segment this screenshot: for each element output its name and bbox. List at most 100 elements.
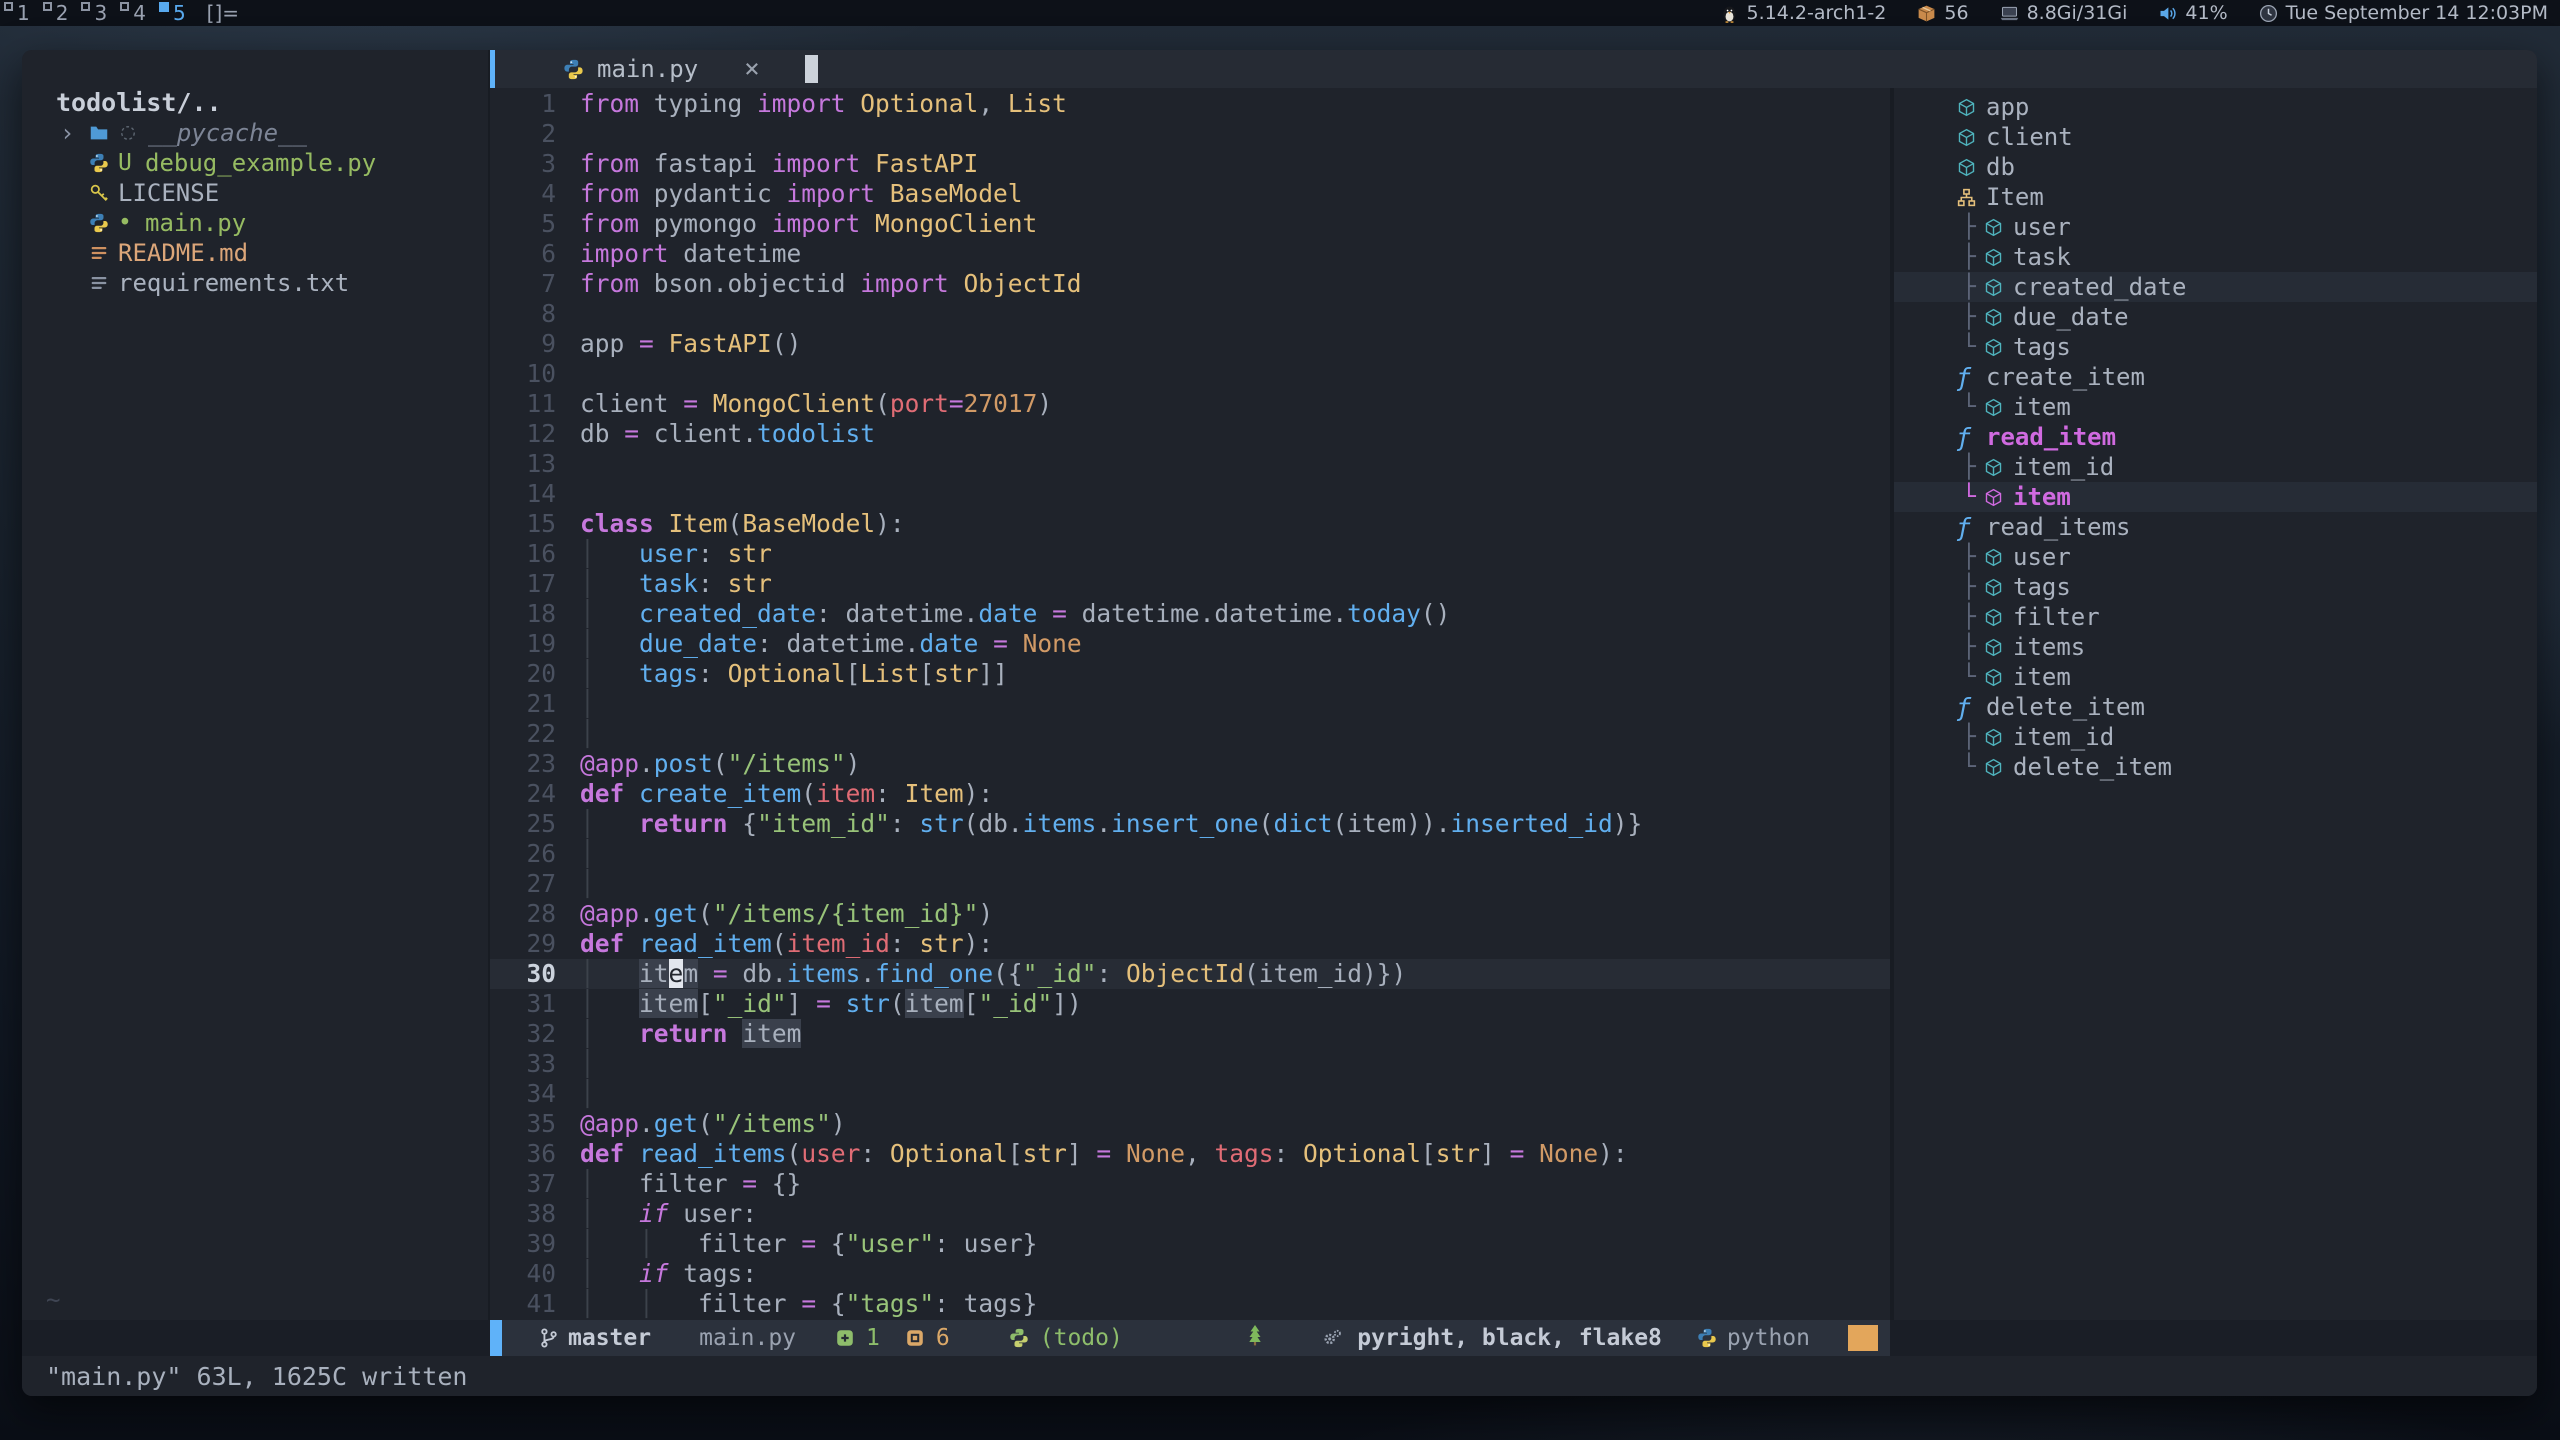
- workspace-5[interactable]: 5: [159, 0, 186, 26]
- ignored-icon: [118, 123, 148, 143]
- code-line-18[interactable]: 18│ created_date: datetime.date = dateti…: [490, 599, 1890, 629]
- code-line-40[interactable]: 40│ if tags:: [490, 1259, 1890, 1289]
- code-line-20[interactable]: 20│ tags: Optional[List[str]]: [490, 659, 1890, 689]
- workspace-1[interactable]: 1: [4, 0, 30, 26]
- statusline: mastermain.py16(todo)pyright, black, fla…: [490, 1320, 1890, 1356]
- git-branch[interactable]: master: [538, 1325, 651, 1351]
- code-line-1[interactable]: 1from typing import Optional, List: [490, 89, 1890, 119]
- code-line-34[interactable]: 34│: [490, 1079, 1890, 1109]
- line-number: 15: [490, 509, 556, 539]
- code-line-7[interactable]: 7from bson.objectid import ObjectId: [490, 269, 1890, 299]
- outline-symbol-due_date[interactable]: ├due_date: [1894, 302, 2537, 332]
- outline-symbol-item[interactable]: └item: [1894, 662, 2537, 692]
- outline-symbol-app[interactable]: app: [1894, 92, 2537, 122]
- code-line-29[interactable]: 29def read_item(item_id: str):: [490, 929, 1890, 959]
- tab-main.py[interactable]: main.py×: [562, 50, 760, 88]
- git-status-badge: •: [118, 210, 145, 236]
- diff-mod-icon: [904, 1327, 926, 1349]
- code-line-31[interactable]: 31│ item["_id"] = str(item["_id"]): [490, 989, 1890, 1019]
- outline-symbol-tags[interactable]: ├tags: [1894, 572, 2537, 602]
- code-line-2[interactable]: 2: [490, 119, 1890, 149]
- outline-symbol-item_id[interactable]: ├item_id: [1894, 452, 2537, 482]
- code-line-24[interactable]: 24def create_item(item: Item):: [490, 779, 1890, 809]
- line-number: 40: [490, 1259, 556, 1289]
- workspace-4[interactable]: 4: [120, 0, 146, 26]
- cube-icon: [1983, 637, 2005, 658]
- key-icon: [88, 182, 118, 204]
- code-line-30[interactable]: 30│ item = db.items.find_one({"_id": Obj…: [490, 959, 1890, 989]
- code-line-9[interactable]: 9app = FastAPI(): [490, 329, 1890, 359]
- code-line-28[interactable]: 28@app.get("/items/{item_id}"): [490, 899, 1890, 929]
- code-line-11[interactable]: 11client = MongoClient(port=27017): [490, 389, 1890, 419]
- outline-symbol-read_item[interactable]: ƒread_item: [1894, 422, 2537, 452]
- workspace-2[interactable]: 2: [43, 0, 69, 26]
- outline-symbol-user[interactable]: ├user: [1894, 212, 2537, 242]
- code-line-41[interactable]: 41│ │ filter = {"tags": tags}: [490, 1289, 1890, 1319]
- code-line-39[interactable]: 39│ │ filter = {"user": user}: [490, 1229, 1890, 1259]
- outline-symbol-filter[interactable]: ├filter: [1894, 602, 2537, 632]
- code-line-5[interactable]: 5from pymongo import MongoClient: [490, 209, 1890, 239]
- line-number: 5: [490, 209, 556, 239]
- outline-symbol-items[interactable]: ├items: [1894, 632, 2537, 662]
- code-line-32[interactable]: 32│ return item: [490, 1019, 1890, 1049]
- code-line-10[interactable]: 10: [490, 359, 1890, 389]
- code-line-14[interactable]: 14: [490, 479, 1890, 509]
- code-line-17[interactable]: 17│ task: str: [490, 569, 1890, 599]
- outline-symbol-create_item[interactable]: ƒcreate_item: [1894, 362, 2537, 392]
- outline-symbol-client[interactable]: client: [1894, 122, 2537, 152]
- line-number: 32: [490, 1019, 556, 1049]
- workspace-3[interactable]: 3: [81, 0, 107, 26]
- outline-symbol-db[interactable]: db: [1894, 152, 2537, 182]
- python-icon: [88, 212, 118, 234]
- outline-symbol-read_items[interactable]: ƒread_items: [1894, 512, 2537, 542]
- python-icon: [88, 152, 118, 174]
- outline-symbol-delete_item[interactable]: ƒdelete_item: [1894, 692, 2537, 722]
- code-line-35[interactable]: 35@app.get("/items"): [490, 1109, 1890, 1139]
- code-line-21[interactable]: 21│: [490, 689, 1890, 719]
- close-icon[interactable]: ×: [744, 54, 760, 84]
- code-line-13[interactable]: 13: [490, 449, 1890, 479]
- file-requirements.txt[interactable]: requirements.txt: [22, 268, 488, 298]
- line-number: 9: [490, 329, 556, 359]
- code-line-26[interactable]: 26│: [490, 839, 1890, 869]
- code-line-8[interactable]: 8: [490, 299, 1890, 329]
- file-LICENSE[interactable]: LICENSE: [22, 178, 488, 208]
- code-line-19[interactable]: 19│ due_date: datetime.date = None: [490, 629, 1890, 659]
- code-line-25[interactable]: 25│ return {"item_id": str(db.items.inse…: [490, 809, 1890, 839]
- outline-symbol-user[interactable]: ├user: [1894, 542, 2537, 572]
- outline-symbol-item_id[interactable]: ├item_id: [1894, 722, 2537, 752]
- code-line-33[interactable]: 33│: [490, 1049, 1890, 1079]
- code-line-3[interactable]: 3from fastapi import FastAPI: [490, 149, 1890, 179]
- outline-symbol-item[interactable]: └item: [1894, 482, 2537, 512]
- outline-symbol-created_date[interactable]: ├created_date: [1894, 272, 2537, 302]
- outline-symbol-item[interactable]: └item: [1894, 392, 2537, 422]
- code-line-37[interactable]: 37│ filter = {}: [490, 1169, 1890, 1199]
- line-number: 41: [490, 1289, 556, 1319]
- code-line-36[interactable]: 36def read_items(user: Optional[str] = N…: [490, 1139, 1890, 1169]
- line-number: 13: [490, 449, 556, 479]
- outline-symbol-Item[interactable]: Item: [1894, 182, 2537, 212]
- code-line-6[interactable]: 6import datetime: [490, 239, 1890, 269]
- outline-inactive-statusline: [1890, 1320, 2537, 1356]
- code-editor[interactable]: 1from typing import Optional, List23from…: [490, 88, 1890, 1320]
- outline-symbol-delete_item[interactable]: └delete_item: [1894, 752, 2537, 782]
- explorer-root-title: todolist/..: [56, 88, 488, 118]
- code-line-12[interactable]: 12db = client.todolist: [490, 419, 1890, 449]
- outline-list: appclientdbItem├user├task├created_date├d…: [1894, 92, 2537, 782]
- code-line-15[interactable]: 15class Item(BaseModel):: [490, 509, 1890, 539]
- file-__pycache__[interactable]: ›__pycache__: [22, 118, 488, 148]
- code-line-38[interactable]: 38│ if user:: [490, 1199, 1890, 1229]
- code-line-23[interactable]: 23@app.post("/items"): [490, 749, 1890, 779]
- line-number: 30: [490, 959, 556, 989]
- code-line-4[interactable]: 4from pydantic import BaseModel: [490, 179, 1890, 209]
- file-README.md[interactable]: README.md: [22, 238, 488, 268]
- code-line-16[interactable]: 16│ user: str: [490, 539, 1890, 569]
- file-main.py[interactable]: •main.py: [22, 208, 488, 238]
- outline-symbol-task[interactable]: ├task: [1894, 242, 2537, 272]
- outline-symbol-tags[interactable]: └tags: [1894, 332, 2537, 362]
- code-line-27[interactable]: 27│: [490, 869, 1890, 899]
- code-line-22[interactable]: 22│: [490, 719, 1890, 749]
- diff-add-icon: [834, 1327, 856, 1349]
- file-debug_example.py[interactable]: Udebug_example.py: [22, 148, 488, 178]
- clock-icon: [2258, 3, 2279, 24]
